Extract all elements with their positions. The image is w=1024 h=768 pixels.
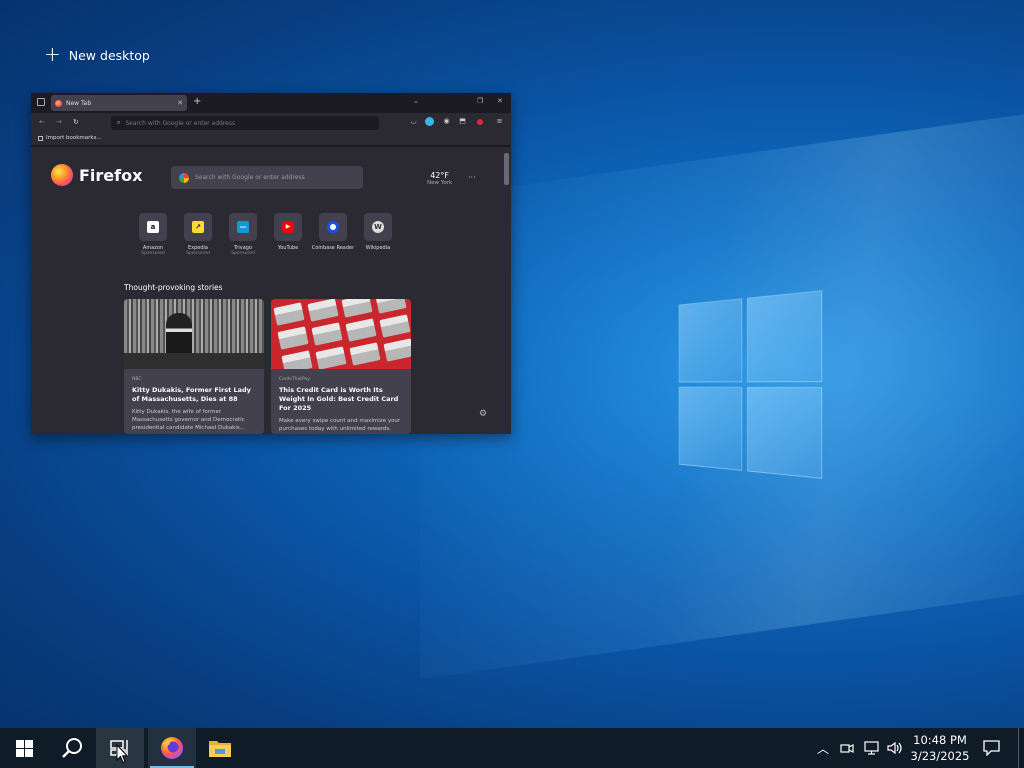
new-tab-plus-icon[interactable]: + [193, 96, 201, 107]
settings-gear-icon[interactable]: ⚙ [479, 409, 487, 419]
start-button[interactable] [0, 728, 48, 768]
story-source: CardsThatPay [279, 377, 310, 382]
recording-indicator-icon[interactable] [477, 119, 483, 125]
story-title: Kitty Dukakis, Former First Lady of Mass… [132, 386, 251, 403]
stories-heading: Thought-provoking stories [124, 283, 223, 292]
shortcut-amazon[interactable]: a Amazon Sponsored [139, 213, 167, 256]
shortcut-sponsored: Sponsored [141, 251, 165, 256]
back-arrow-icon[interactable]: ← [39, 118, 45, 126]
show-desktop-button[interactable] [1018, 728, 1024, 768]
story-description: Make every swipe count and maximize your… [279, 418, 401, 432]
account-icon[interactable]: ◉ [442, 117, 451, 126]
shortcut-sponsored: Sponsored [186, 251, 210, 256]
forward-arrow-icon[interactable]: → [56, 118, 62, 126]
tab-list-icon[interactable] [37, 98, 45, 106]
shortcut-name: Coinbase Reader [311, 245, 355, 251]
action-center-button[interactable] [978, 728, 1004, 768]
story-image [271, 299, 411, 369]
story-card[interactable]: NBC Kitty Dukakis, Former First Lady of … [124, 299, 264, 434]
hamburger-menu-icon[interactable]: ≡ [495, 117, 504, 126]
firefox-icon [161, 737, 183, 759]
search-icon: ⌕ [117, 119, 121, 126]
clock-time: 10:48 PM [913, 733, 967, 747]
chevron-down-icon[interactable]: ⌄ [413, 97, 419, 105]
shortcut-expedia[interactable]: ↗ Expedia Sponsored [184, 213, 212, 256]
trivago-icon: — [237, 221, 249, 233]
newtab-search-input[interactable]: Search with Google or enter address [171, 166, 363, 189]
shortcut-sponsored: Sponsored [231, 251, 255, 256]
reload-icon[interactable]: ↻ [73, 118, 79, 126]
shortcut-name: YouTube [277, 245, 299, 251]
weather-temperature: 42°F [430, 171, 449, 180]
navigation-toolbar: ← → ↻ ⌕ Search with Google or enter addr… [31, 113, 511, 133]
tab-bar: New Tab ✕ + ⌄ ❐ ✕ [31, 93, 511, 113]
url-placeholder: Search with Google or enter address [125, 119, 236, 127]
close-window-icon[interactable]: ✕ [497, 97, 503, 105]
story-card[interactable]: CardsThatPay This Credit Card is Worth I… [271, 299, 411, 434]
shortcut-name: Wikipedia [365, 245, 391, 251]
weather-city: New York [427, 180, 453, 186]
search-button[interactable] [48, 728, 96, 768]
show-hidden-icons-chevron-icon[interactable]: ︿ [812, 728, 834, 768]
firefox-window-thumbnail[interactable]: New Tab ✕ + ⌄ ❐ ✕ ← → ↻ ⌕ Search with Go… [31, 93, 511, 434]
plus-icon: + [44, 42, 61, 66]
newtab-search-placeholder: Search with Google or enter address [195, 174, 305, 181]
pocket-icon[interactable]: ◡ [409, 117, 418, 126]
restore-icon[interactable]: ❐ [477, 97, 483, 105]
network-icon[interactable] [860, 728, 882, 768]
more-options-icon[interactable]: ··· [468, 173, 476, 182]
google-icon [179, 172, 189, 183]
firefox-logo-icon [51, 164, 73, 186]
meet-now-icon[interactable] [836, 728, 858, 768]
new-desktop-button[interactable]: + New desktop [44, 44, 150, 66]
clock[interactable]: 10:48 PM 3/23/2025 [905, 732, 975, 764]
import-bookmarks-link[interactable]: Import bookmarks... [38, 135, 102, 141]
windows-start-icon [15, 739, 33, 757]
new-desktop-label: New desktop [68, 47, 150, 63]
bookmark-import-icon [38, 135, 43, 141]
shortcut-coinbase[interactable]: Coinbase Reader [312, 213, 354, 256]
import-bookmarks-label: Import bookmarks... [46, 135, 102, 141]
tab-new-tab[interactable]: New Tab ✕ [51, 95, 187, 111]
firefox-favicon-icon [55, 99, 62, 107]
tab-title: New Tab [66, 99, 92, 107]
youtube-icon: ▶ [282, 221, 294, 233]
shortcut-youtube[interactable]: ▶ YouTube [274, 213, 302, 256]
close-tab-icon[interactable]: ✕ [177, 99, 183, 107]
shortcut-wikipedia[interactable]: W Wikipedia [364, 213, 392, 256]
clock-date: 3/23/2025 [910, 749, 970, 763]
volume-icon[interactable] [884, 728, 906, 768]
taskbar: ︿ 10:48 PM 3/23/2025 [0, 728, 1024, 768]
wikipedia-icon: W [372, 221, 384, 233]
expedia-icon: ↗ [192, 221, 204, 233]
firefox-wordmark: Firefox [79, 165, 143, 185]
scrollbar-thumb[interactable] [504, 153, 509, 185]
url-bar[interactable]: ⌕ Search with Google or enter address [111, 116, 379, 130]
amazon-icon: a [147, 221, 159, 233]
windows-wallpaper-logo [678, 290, 824, 480]
vpn-globe-icon[interactable] [425, 117, 434, 126]
story-image [124, 299, 264, 369]
shortcut-trivago[interactable]: — Trivago Sponsored [229, 213, 257, 256]
notification-icon [982, 740, 1000, 756]
taskbar-firefox[interactable] [148, 728, 196, 768]
story-source: NBC [132, 377, 142, 382]
story-title: This Credit Card is Worth Its Weight In … [279, 386, 399, 412]
story-description: Kitty Dukakis, the wife of former Massac… [132, 409, 245, 431]
folder-icon [209, 741, 231, 757]
new-tab-page: Firefox Search with Google or enter addr… [31, 147, 511, 434]
mouse-cursor-icon [116, 744, 128, 764]
bookmarks-toolbar: Import bookmarks... [31, 133, 511, 146]
top-sites: a Amazon Sponsored ↗ Expedia Sponsored —… [139, 213, 392, 256]
weather-widget[interactable]: 42°F New York [427, 171, 452, 186]
search-icon [62, 738, 82, 758]
extensions-icon[interactable]: ⬒ [458, 117, 467, 126]
firefox-logo: Firefox [51, 164, 142, 186]
taskbar-file-explorer[interactable] [196, 728, 244, 768]
coinbase-icon [327, 221, 339, 233]
